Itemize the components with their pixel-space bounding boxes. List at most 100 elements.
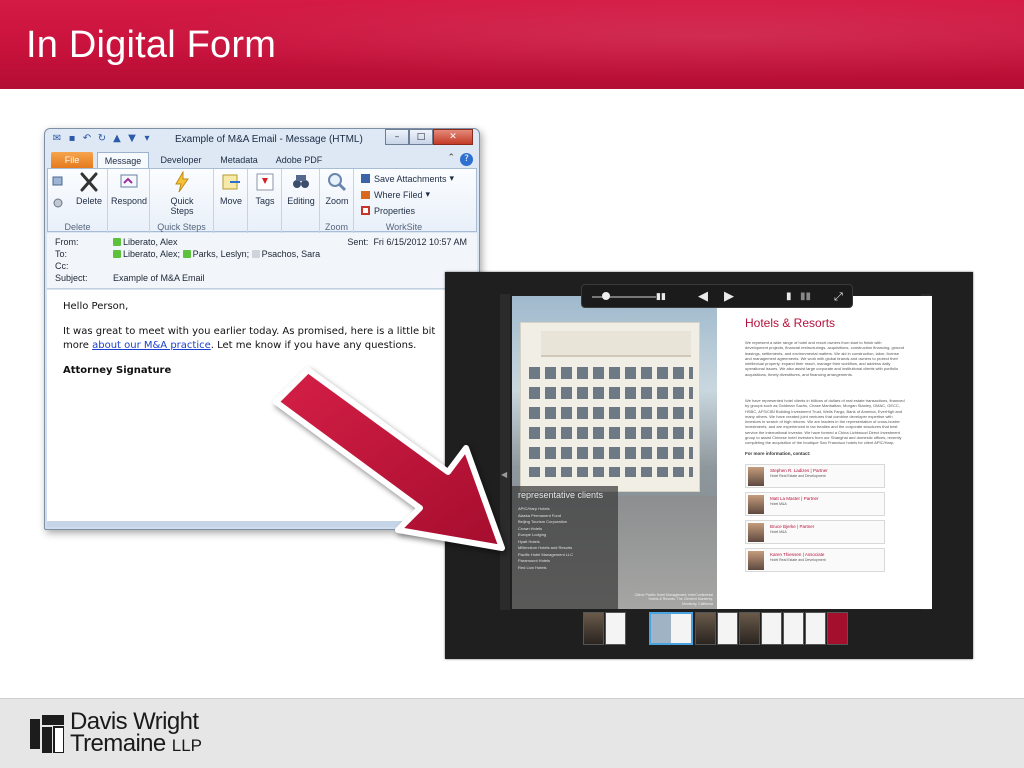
- delete-button[interactable]: Delete: [74, 171, 104, 206]
- cc-row: Cc:: [55, 261, 113, 271]
- page-thumbnail[interactable]: [827, 612, 848, 645]
- page-thumbnail[interactable]: [717, 612, 738, 645]
- move-button[interactable]: Move: [216, 171, 246, 206]
- ribbon-group-quick-steps: Quick Steps Quick Steps: [150, 169, 214, 233]
- tags-label: Tags: [255, 196, 275, 206]
- hotel-roof: [541, 331, 691, 357]
- body-text-end: . Let me know if you have any questions.: [210, 340, 417, 351]
- dropdown-arrow-icon: ▾: [425, 189, 431, 199]
- undo-icon[interactable]: ↶: [81, 133, 93, 145]
- to-recipient[interactable]: Parks, Leslyn;: [193, 249, 250, 259]
- where-filed-icon: [361, 191, 370, 199]
- close-button[interactable]: ✕: [433, 129, 473, 145]
- previous-item-icon[interactable]: ▲: [111, 133, 123, 145]
- spread-view-icon[interactable]: ▮▮: [800, 289, 811, 305]
- contact-photo: [748, 523, 764, 542]
- subject-value: Example of M&A Email: [113, 273, 205, 283]
- quick-steps-button[interactable]: Quick Steps: [164, 171, 200, 216]
- presence-icon: [182, 250, 191, 258]
- page-thumbnail[interactable]: [805, 612, 826, 645]
- customize-toolbar-icon[interactable]: ▾: [141, 133, 153, 145]
- contact-card: Matt La Master | Partner Hotel M&A: [745, 492, 885, 516]
- redo-icon[interactable]: ↻: [96, 133, 108, 145]
- contact-card: Karen Thiessen | Associate Hotel Real Es…: [745, 548, 885, 572]
- ribbon-group-worksite: Save Attachments ▾ Where Filed ▾ Propertie…: [354, 169, 454, 233]
- respond-button[interactable]: Respond: [111, 171, 147, 206]
- page-thumbnail[interactable]: [605, 612, 626, 645]
- page-thumbnails: [581, 612, 853, 648]
- ribbon-group-editing: Editing: [282, 169, 320, 233]
- tab-developer[interactable]: Developer: [155, 152, 207, 169]
- slide-title: In Digital Form: [26, 24, 277, 66]
- editing-button[interactable]: Editing: [284, 171, 318, 206]
- previous-page-icon[interactable]: ◀: [698, 289, 708, 305]
- to-recipient[interactable]: Liberato, Alex;: [123, 249, 180, 259]
- page-thumbnail[interactable]: [583, 612, 604, 645]
- from-row: From: Liberato, Alex: [55, 237, 178, 247]
- subject-label: Subject:: [55, 273, 88, 283]
- tags-button[interactable]: Tags: [250, 171, 280, 206]
- body-paragraph: It was great to meet with you earlier to…: [63, 325, 461, 353]
- ma-practice-link[interactable]: about our M&A practice: [92, 340, 211, 351]
- properties-button[interactable]: Properties: [360, 205, 415, 216]
- contact-photo: [748, 495, 764, 514]
- tab-adobe-pdf[interactable]: Adobe PDF: [271, 152, 327, 169]
- sent-row: Sent: Fri 6/15/2012 10:57 AM: [347, 237, 467, 247]
- window-controls: – □ ✕: [385, 129, 473, 145]
- move-icon: [222, 174, 240, 190]
- firm-logo-icon: [30, 715, 64, 753]
- sent-label: Sent:: [347, 237, 369, 247]
- contact-photo: [748, 467, 764, 486]
- ribbon-group-delete: Delete Delete: [48, 169, 108, 233]
- slide-header: In Digital Form: [0, 0, 1024, 89]
- where-filed-label: Where Filed: [374, 189, 423, 200]
- window-titlebar: ✉ ▪ ↶ ↻ ▲ ▼ ▾ Example of M&A Email - Mes…: [45, 129, 479, 150]
- from-value[interactable]: Liberato, Alex: [123, 237, 178, 247]
- collapse-ribbon-icon[interactable]: ⌃: [447, 153, 455, 163]
- minimize-button[interactable]: –: [385, 129, 409, 145]
- hotel-windows: [529, 367, 693, 477]
- page-thumbnail[interactable]: [761, 612, 782, 645]
- maximize-button[interactable]: □: [409, 129, 433, 145]
- next-item-icon[interactable]: ▼: [126, 133, 138, 145]
- zoom-label: Zoom: [325, 196, 349, 206]
- tab-metadata[interactable]: Metadata: [215, 152, 263, 169]
- save-icon[interactable]: ▪: [66, 133, 78, 145]
- help-icon[interactable]: ?: [460, 153, 473, 166]
- ribbon-tabs: File Message Developer Metadata Adobe PD…: [45, 150, 479, 169]
- presence-icon: [251, 250, 260, 258]
- client-item: Red Lion Hotels: [518, 564, 547, 570]
- page-thumbnail-selected[interactable]: [649, 612, 693, 645]
- red-arrow-graphic: [273, 367, 505, 551]
- contact-detail: Hotel Real Estate and Development: [770, 558, 826, 562]
- to-label: To:: [55, 249, 68, 259]
- page-view-icon[interactable]: ▮: [786, 289, 792, 305]
- cc-label: Cc:: [55, 261, 69, 271]
- junk-icon[interactable]: [52, 197, 64, 209]
- zoom-button[interactable]: Zoom: [322, 171, 352, 206]
- ignore-icon[interactable]: [52, 175, 64, 187]
- where-filed-button[interactable]: Where Filed ▾: [360, 189, 430, 200]
- contact-detail: Hotel M&A: [770, 502, 787, 506]
- quick-access-toolbar: ✉ ▪ ↶ ↻ ▲ ▼ ▾: [51, 133, 153, 145]
- tab-file[interactable]: File: [51, 152, 93, 169]
- tab-message[interactable]: Message: [97, 152, 149, 169]
- page-thumbnail[interactable]: [739, 612, 760, 645]
- single-page-icon[interactable]: ▮▮: [656, 289, 666, 305]
- ribbon-group-move: Move: [214, 169, 248, 233]
- fullscreen-icon[interactable]: ⤢: [834, 289, 843, 305]
- outlook-app-icon: ✉: [52, 133, 62, 144]
- window-title: Example of M&A Email - Message (HTML): [175, 134, 363, 145]
- save-attachments-label: Save Attachments: [374, 173, 447, 184]
- contact-detail: Hotel Real Estate and Development: [770, 474, 826, 478]
- contact-name: Matt La Master | Partner: [770, 496, 819, 501]
- to-recipient[interactable]: Psachos, Sara: [262, 249, 321, 259]
- page-thumbnail[interactable]: [783, 612, 804, 645]
- save-attachments-button[interactable]: Save Attachments ▾: [360, 173, 454, 184]
- zoom-slider-handle[interactable]: [602, 292, 610, 300]
- page-thumbnail[interactable]: [695, 612, 716, 645]
- contact-heading: For more information, contact:: [745, 451, 811, 456]
- zoom-group-label: Zoom: [324, 222, 348, 232]
- next-page-icon[interactable]: ▶: [724, 289, 734, 305]
- respond-label: Respond: [111, 196, 148, 206]
